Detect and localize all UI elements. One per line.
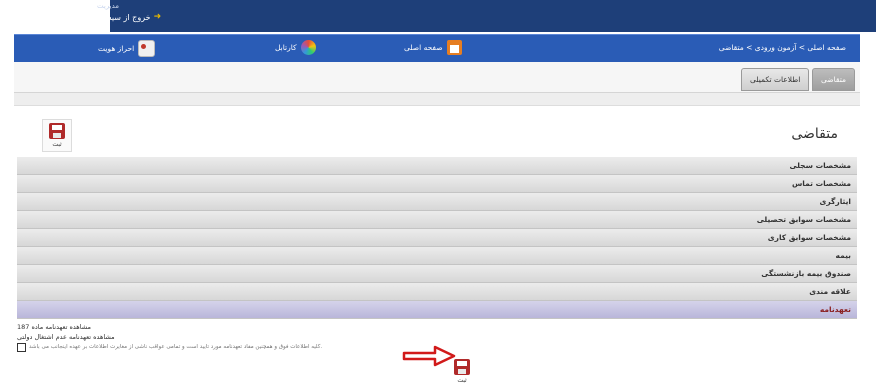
save-disk-icon xyxy=(49,123,65,139)
tab-additional-info[interactable]: اطلاعات تکمیلی xyxy=(741,68,810,91)
section-pension-fund[interactable]: صندوق بیمه بازنشستگی xyxy=(17,265,857,283)
save-button-bottom[interactable]: ثبت xyxy=(448,359,476,384)
section-contact[interactable]: مشخصات تماس xyxy=(17,175,857,193)
logout-link[interactable]: خروج از سیستم ➜ xyxy=(97,12,161,22)
commitment-nongov-link[interactable]: مشاهده تعهدنامه عدم اشتغال دولتی xyxy=(17,332,851,342)
section-interests[interactable]: علاقه مندی xyxy=(17,283,857,301)
id-card-icon xyxy=(138,40,156,57)
section-list: مشخصات سجلی مشخصات تماس ایثارگری مشخصات … xyxy=(17,157,857,319)
nav-cartable-label: کارتابل xyxy=(275,43,297,52)
breadcrumb: صفحه اصلی > آزمون ورودی > متقاضی xyxy=(718,43,846,52)
nav-home-label: صفحه اصلی xyxy=(404,43,443,52)
nav-home[interactable]: صفحه اصلی xyxy=(404,40,462,55)
agreement-text: کلیه اطلاعات فوق و همچنین مفاد تعهدنامه … xyxy=(29,344,323,350)
save-label-bottom: ثبت xyxy=(457,377,467,384)
tab-applicant[interactable]: متقاضی xyxy=(812,68,855,91)
nav-cartable[interactable]: کارتابل xyxy=(275,40,316,55)
commitment-187-link[interactable]: مشاهده تعهدنامه ماده 187 xyxy=(17,322,851,332)
save-disk-icon-bottom xyxy=(454,359,470,375)
tabs-row: اطلاعات تکمیلی متقاضی xyxy=(14,62,860,93)
nav-auth-label: احراز هویت xyxy=(98,44,135,53)
save-button-top[interactable]: ثبت xyxy=(42,119,72,152)
applicant-form: متقاضی ثبت مشخصات سجلی مشخصات تماس ایثار… xyxy=(14,106,860,392)
section-insurance[interactable]: بیمه xyxy=(17,247,857,265)
logout-label: خروج از سیستم xyxy=(97,12,151,22)
agreement-checkbox[interactable] xyxy=(17,342,26,352)
page-title: متقاضی xyxy=(791,126,838,142)
section-education[interactable]: مشخصات سوابق تحصیلی xyxy=(17,211,857,229)
section-work[interactable]: مشخصات سوابق کاری xyxy=(17,229,857,247)
section-commitment[interactable]: تعهدنامه xyxy=(17,301,857,319)
section-veteran[interactable]: ایثارگری xyxy=(17,193,857,211)
section-personal[interactable]: مشخصات سجلی xyxy=(17,157,857,175)
top-bar: مدیریت خروج از سیستم ➜ xyxy=(0,0,876,32)
user-name: مدیریت xyxy=(97,2,120,10)
nav-auth[interactable]: احراز هویت xyxy=(98,40,156,57)
cartable-icon xyxy=(300,40,316,55)
home-icon xyxy=(446,40,462,55)
main-navbar: احراز هویت کارتابل صفحه اصلی صفحه اصلی >… xyxy=(14,34,860,63)
save-label: ثبت xyxy=(52,141,62,148)
toolbar-spacer xyxy=(14,93,860,106)
logout-arrow-icon: ➜ xyxy=(153,12,162,22)
